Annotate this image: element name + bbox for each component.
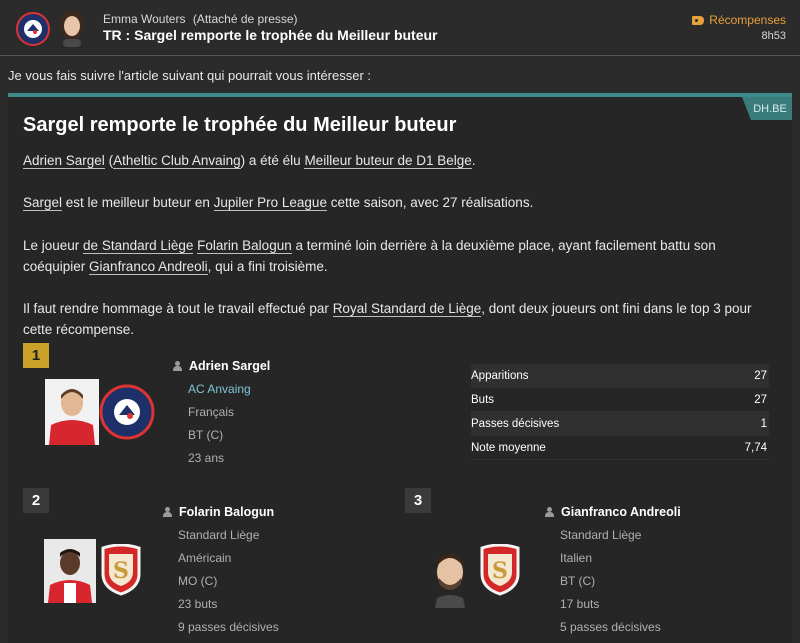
svg-text:S: S <box>113 558 129 584</box>
text: ) a été élu <box>240 153 305 168</box>
award-link[interactable]: Meilleur buteur de D1 Belge <box>304 153 472 169</box>
message-subject: TR : Sargel remporte le trophée du Meill… <box>103 27 438 43</box>
player-club-1[interactable]: AC Anvaing <box>188 382 251 396</box>
club-link[interactable]: de Standard Liège <box>83 238 194 254</box>
player-portrait-andreoli[interactable] <box>431 548 469 608</box>
rank-badge-1: 1 <box>23 343 49 368</box>
rewards-button[interactable]: Récompenses <box>692 13 786 27</box>
article-card: DH.BE Sargel remporte le trophée du Meil… <box>8 93 792 643</box>
stat-value: 27 <box>754 393 767 406</box>
stat-row: Buts 27 <box>471 388 769 412</box>
teammate-link[interactable]: Gianfranco Andreoli <box>89 259 208 275</box>
player-position-3: BT (C) <box>560 574 596 588</box>
text: est le meilleur buteur en <box>62 195 214 210</box>
player-link[interactable]: Adrien Sargel <box>23 153 105 169</box>
player-link[interactable]: Sargel <box>23 195 63 211</box>
stat-label: Note moyenne <box>471 441 546 454</box>
article-paragraph-2: Sargel est le meilleur buteur en Jupiler… <box>23 192 763 213</box>
player-club-3[interactable]: Standard Liège <box>560 528 641 542</box>
stats-table: Apparitions 27 Buts 27 Passes décisives … <box>471 364 769 460</box>
player-nationality-3: Italien <box>560 551 593 565</box>
stat-label: Apparitions <box>471 369 529 382</box>
article-source-badge: DH.BE <box>742 97 792 120</box>
name-text: Folarin Balogun <box>179 505 275 519</box>
player-link[interactable]: Folarin Balogun <box>197 238 292 254</box>
stat-label: Passes décisives <box>471 417 560 430</box>
player-name-1[interactable]: Adrien Sargel <box>173 359 270 373</box>
club-crest-standard[interactable]: S <box>478 544 522 596</box>
text: Le joueur <box>23 238 84 253</box>
league-link[interactable]: Jupiler Pro League <box>213 195 327 211</box>
player-nationality-2: Américain <box>178 551 232 565</box>
player-club-2[interactable]: Standard Liège <box>178 528 259 542</box>
stat-row: Passes décisives 1 <box>471 412 769 436</box>
text: ( <box>104 153 114 168</box>
player-goals-2: 23 buts <box>178 597 218 611</box>
club-crest-icon[interactable] <box>16 12 50 46</box>
name-text: Gianfranco Andreoli <box>561 505 681 519</box>
message-header: Emma Wouters (Attaché de presse) TR : Sa… <box>0 0 800 56</box>
stat-row: Apparitions 27 <box>471 364 769 388</box>
sender-name[interactable]: Emma Wouters <box>103 12 185 26</box>
message-time: 8h53 <box>761 30 786 42</box>
article-paragraph-4: Il faut rendre hommage à tout le travail… <box>23 298 763 340</box>
player-age-1: 23 ans <box>188 451 225 465</box>
stat-value: 27 <box>754 369 767 382</box>
article-title: Sargel remporte le trophée du Meilleur b… <box>23 114 457 136</box>
player-assists-2: 9 passes décisives <box>178 620 279 634</box>
sender-line: Emma Wouters (Attaché de presse) <box>103 12 298 26</box>
player-nationality-1: Français <box>188 405 235 419</box>
club-link[interactable]: Royal Standard de Liège <box>332 301 482 317</box>
sender-role: (Attaché de presse) <box>192 12 298 26</box>
player-goals-3: 17 buts <box>560 597 600 611</box>
intro-text: Je vous fais suivre l'article suivant qu… <box>8 68 372 83</box>
rank-badge-2: 2 <box>23 488 49 513</box>
person-icon <box>545 507 554 517</box>
stat-value: 1 <box>760 417 767 430</box>
player-portrait-sargel[interactable] <box>45 379 99 445</box>
player-assists-3: 5 passes décisives <box>560 620 661 634</box>
text: , qui a fini troisième. <box>207 259 328 274</box>
player-position-1: BT (C) <box>188 428 224 442</box>
person-icon <box>173 361 182 371</box>
article-paragraph-3: Le joueur de Standard Liège Folarin Balo… <box>23 235 763 277</box>
club-crest-standard[interactable]: S <box>99 544 143 596</box>
tag-icon <box>692 15 705 25</box>
player-name-3[interactable]: Gianfranco Andreoli <box>545 505 681 519</box>
stat-label: Buts <box>471 393 495 406</box>
rank-badge-3: 3 <box>405 488 431 513</box>
sender-avatar[interactable] <box>55 9 89 47</box>
svg-text:S: S <box>492 558 508 584</box>
text: . <box>471 153 476 168</box>
rewards-label: Récompenses <box>709 13 786 27</box>
player-position-2: MO (C) <box>178 574 218 588</box>
text: cette saison, avec 27 réalisations. <box>326 195 534 210</box>
person-icon <box>163 507 172 517</box>
stat-row: Note moyenne 7,74 <box>471 436 769 460</box>
club-crest-anvaing[interactable] <box>99 384 155 440</box>
club-link[interactable]: Atheltic Club Anvaing <box>113 153 241 169</box>
name-text: Adrien Sargel <box>189 359 271 373</box>
article-paragraph-1: Adrien Sargel (Atheltic Club Anvaing) a … <box>23 150 763 171</box>
stat-value: 7,74 <box>744 441 767 454</box>
player-name-2[interactable]: Folarin Balogun <box>163 505 274 519</box>
player-portrait-balogun[interactable] <box>44 539 96 603</box>
text: Il faut rendre hommage à tout le travail… <box>23 301 333 316</box>
